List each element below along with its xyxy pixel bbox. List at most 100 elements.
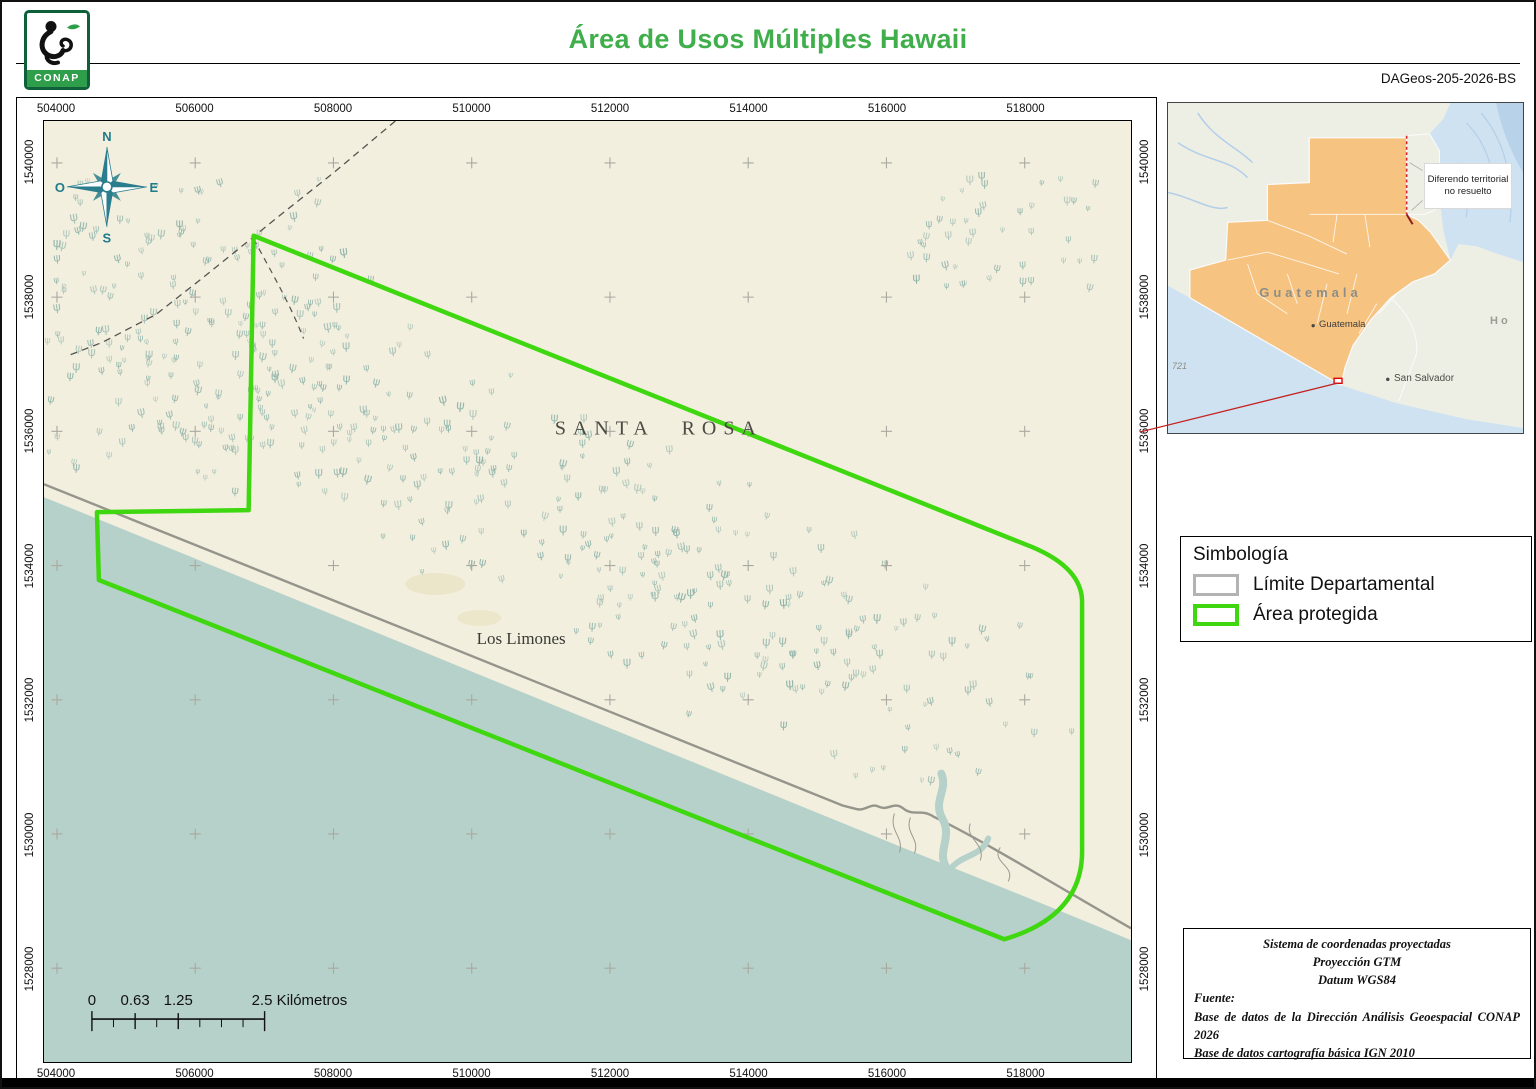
svg-text:ψ: ψ [785, 676, 795, 692]
svg-text:ψ: ψ [115, 393, 123, 407]
inset-san-salvador-label: San Salvador [1394, 373, 1454, 384]
legend: Simbología Límite Departamental Área pro… [1180, 536, 1532, 642]
svg-text:ψ: ψ [124, 331, 132, 343]
svg-text:ψ: ψ [504, 496, 512, 509]
svg-text:ψ: ψ [318, 243, 324, 252]
svg-text:ψ: ψ [116, 211, 124, 224]
svg-text:ψ: ψ [400, 473, 407, 484]
svg-text:ψ: ψ [949, 216, 956, 227]
svg-text:ψ: ψ [873, 609, 882, 624]
svg-text:ψ: ψ [965, 640, 970, 649]
svg-text:ψ: ψ [769, 547, 777, 561]
svg-text:ψ: ψ [778, 632, 787, 648]
svg-text:ψ: ψ [156, 225, 166, 241]
svg-text:ψ: ψ [224, 304, 233, 319]
svg-text:ψ: ψ [423, 414, 431, 428]
y-coordinate-label: 1532000 [1139, 678, 1151, 723]
x-coordinate-label: 518000 [1006, 103, 1044, 115]
legend-item-label: Límite Departamental [1253, 574, 1435, 596]
svg-text:ψ: ψ [903, 681, 910, 694]
svg-text:ψ: ψ [463, 452, 470, 465]
svg-text:ψ: ψ [259, 319, 267, 330]
svg-text:ψ: ψ [299, 439, 305, 450]
svg-text:ψ: ψ [255, 289, 263, 301]
svg-text:ψ: ψ [564, 550, 572, 563]
svg-text:ψ: ψ [46, 446, 51, 455]
y-coordinate-label: 1538000 [24, 274, 36, 319]
svg-text:ψ: ψ [619, 562, 627, 576]
svg-text:ψ: ψ [444, 497, 454, 513]
x-coordinate-label: 510000 [452, 103, 490, 115]
svg-text:ψ: ψ [511, 449, 518, 460]
svg-text:ψ: ψ [137, 334, 144, 344]
svg-text:ψ: ψ [665, 441, 674, 456]
svg-text:ψ: ψ [1090, 250, 1099, 265]
credits-source-label: Fuente: [1194, 989, 1520, 1007]
scale-label-25km: 2.5 Kilómetros [252, 992, 348, 1009]
credits-source-2: Base de datos cartografía básica IGN 201… [1194, 1044, 1520, 1062]
svg-text:ψ: ψ [715, 576, 724, 591]
diferendo-note: Diferendo territorial no resuelto [1424, 163, 1512, 209]
main-map-canvas: ψ ψ ψ ψ ψ ψ ψ ψ ψ ψ ψ ψ ψ ψ ψ ψ ψ ψ ψ ψ ψ ψ ψ ψ ψ ψ ψ ψ ψ ψ ψ ψ ψ ψ ψ ψ ψ ψ ψ ψ… [44, 121, 1131, 1062]
svg-text:ψ: ψ [182, 430, 190, 443]
locality-label: Los Limones [477, 629, 566, 648]
svg-text:ψ: ψ [715, 524, 722, 535]
svg-text:ψ: ψ [118, 433, 127, 448]
svg-text:ψ: ψ [575, 488, 582, 501]
svg-text:ψ: ψ [455, 398, 465, 414]
svg-text:ψ: ψ [754, 650, 760, 660]
svg-text:ψ: ψ [922, 249, 931, 263]
y-coordinate-label: 1528000 [1139, 947, 1151, 992]
credits-datum: Datum WGS84 [1194, 971, 1520, 989]
svg-text:ψ: ψ [779, 595, 788, 611]
svg-text:ψ: ψ [1027, 273, 1034, 286]
svg-text:ψ: ψ [627, 592, 633, 602]
svg-text:ψ: ψ [342, 371, 351, 385]
svg-text:ψ: ψ [928, 646, 936, 659]
svg-text:ψ: ψ [57, 333, 65, 345]
svg-text:ψ: ψ [901, 743, 908, 754]
svg-text:ψ: ψ [475, 451, 484, 467]
svg-text:ψ: ψ [1003, 718, 1009, 728]
svg-text:ψ: ψ [1017, 205, 1023, 216]
svg-text:ψ: ψ [1028, 225, 1035, 236]
main-map-frame: ψ ψ ψ ψ ψ ψ ψ ψ ψ ψ ψ ψ ψ ψ ψ ψ ψ ψ ψ ψ ψ ψ ψ ψ ψ ψ ψ ψ ψ ψ ψ ψ ψ ψ ψ ψ ψ ψ ψ ψ… [16, 97, 1157, 1084]
svg-text:ψ: ψ [724, 668, 732, 682]
svg-text:ψ: ψ [912, 270, 920, 284]
svg-text:ψ: ψ [44, 335, 51, 346]
svg-text:ψ: ψ [220, 244, 227, 255]
x-coordinate-label: 506000 [175, 103, 213, 115]
credits-projection: Proyección GTM [1194, 953, 1520, 971]
y-coordinate-label: 1528000 [24, 947, 36, 992]
svg-text:ψ: ψ [314, 465, 323, 480]
header: CONAP Área de Usos Múltiples Hawaii DAGe… [2, 2, 1534, 97]
svg-text:ψ: ψ [715, 626, 724, 642]
svg-text:ψ: ψ [563, 470, 571, 483]
x-coordinate-label: 516000 [868, 103, 906, 115]
svg-text:ψ: ψ [1030, 725, 1038, 738]
svg-text:ψ: ψ [623, 655, 632, 670]
svg-text:ψ: ψ [365, 437, 372, 448]
inset-city-label: Guatemala [1319, 319, 1365, 330]
svg-text:ψ: ψ [478, 525, 484, 536]
svg-text:ψ: ψ [72, 459, 81, 474]
svg-text:ψ: ψ [1058, 174, 1063, 183]
svg-text:ψ: ψ [81, 268, 86, 277]
svg-text:ψ: ψ [705, 500, 713, 514]
svg-text:ψ: ψ [981, 175, 989, 189]
svg-text:ψ: ψ [168, 370, 174, 380]
svg-text:ψ: ψ [269, 335, 277, 348]
svg-text:ψ: ψ [218, 425, 225, 435]
x-coordinate-label: 512000 [591, 103, 629, 115]
svg-text:ψ: ψ [77, 196, 83, 207]
svg-text:ψ: ψ [72, 359, 81, 374]
y-coordinate-label: 1534000 [24, 543, 36, 588]
svg-text:ψ: ψ [101, 321, 111, 337]
svg-text:ψ: ψ [974, 203, 983, 218]
svg-text:ψ: ψ [820, 632, 828, 646]
svg-text:ψ: ψ [105, 335, 113, 348]
svg-text:ψ: ψ [231, 483, 239, 497]
inset-city-dot [1311, 324, 1314, 327]
svg-text:ψ: ψ [212, 466, 217, 475]
svg-text:ψ: ψ [597, 620, 602, 629]
